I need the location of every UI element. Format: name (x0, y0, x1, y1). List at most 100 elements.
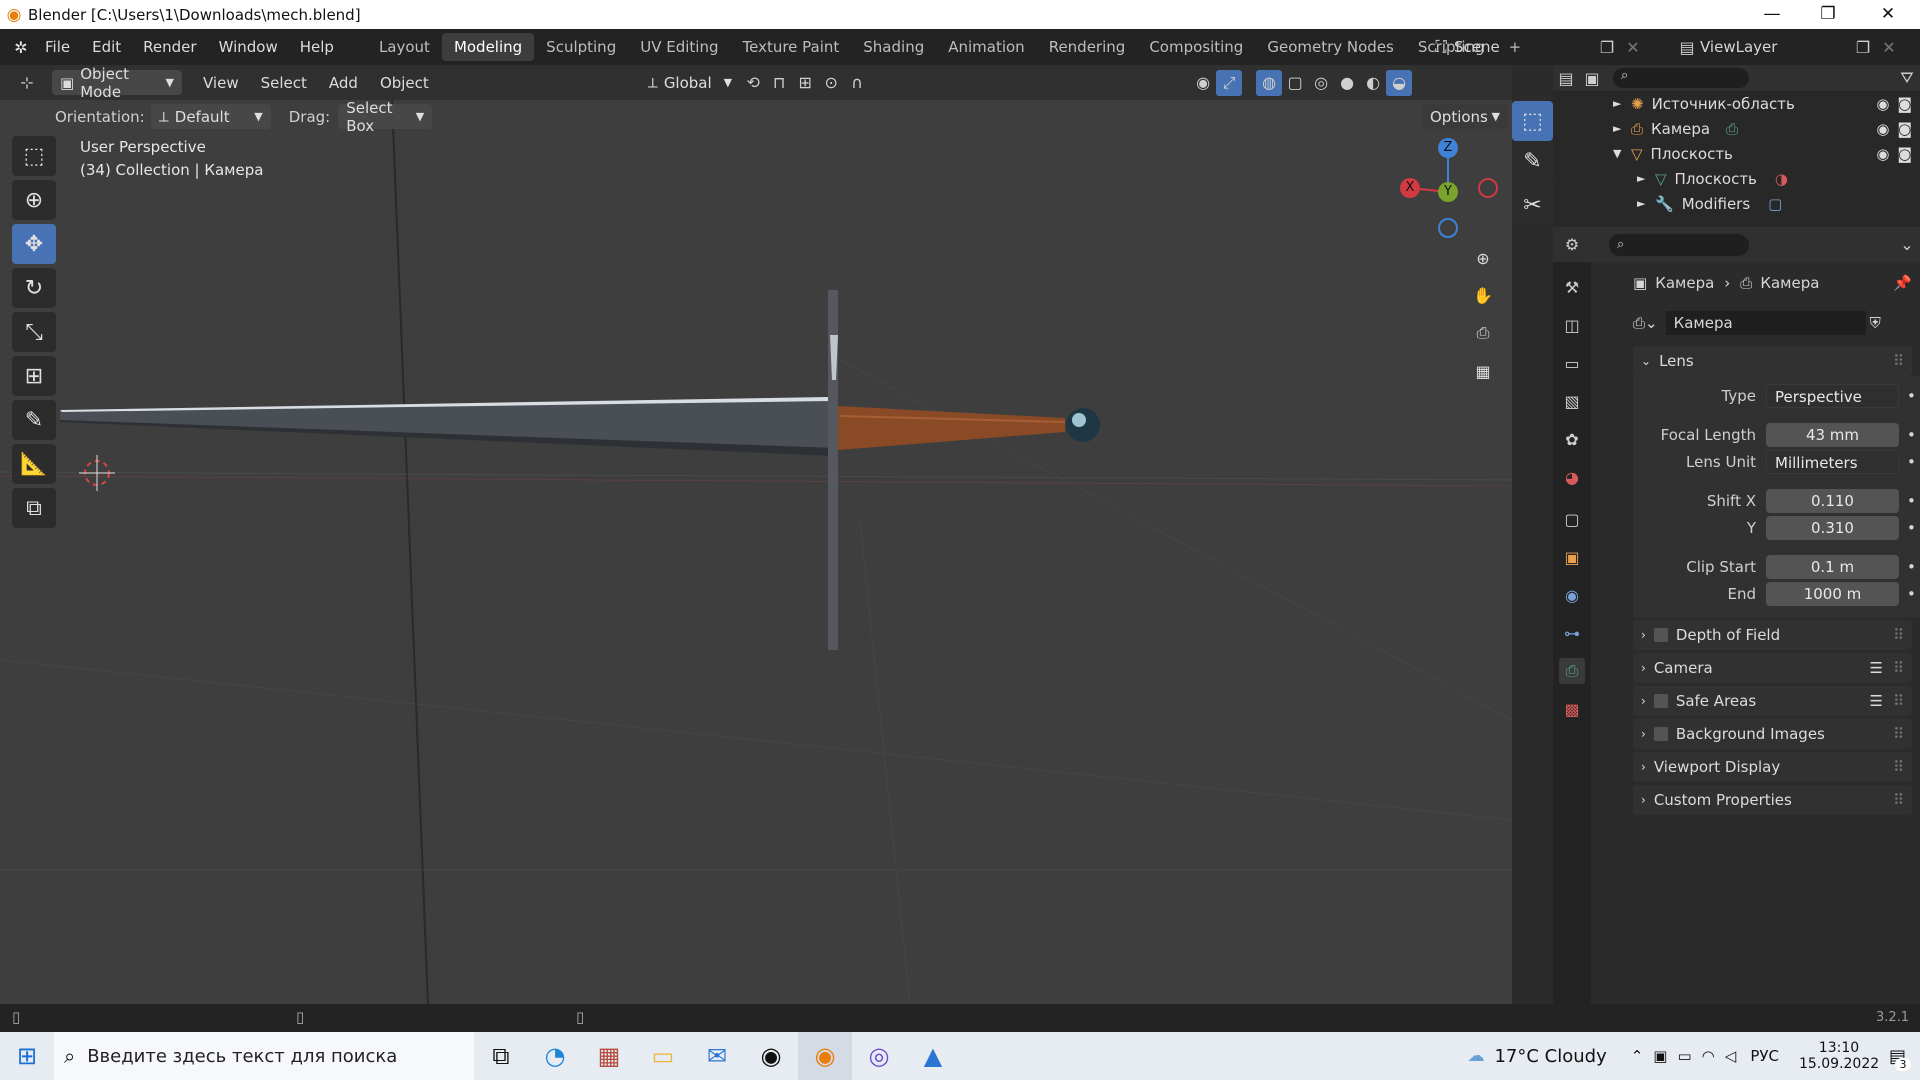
drag-handle-icon[interactable]: ⠿ (1893, 626, 1904, 644)
keyframe-dot-icon[interactable]: • (1907, 426, 1916, 444)
drag-handle-icon[interactable]: ⠿ (1893, 692, 1904, 710)
fake-user-shield-icon[interactable]: ⛨ (1870, 314, 1881, 332)
solid-shading-icon[interactable]: ● (1334, 70, 1360, 96)
keyframe-dot-icon[interactable]: • (1907, 558, 1916, 576)
blender-menu-icon[interactable]: ✲ (8, 34, 34, 60)
custom-properties-panel[interactable]: › Custom Properties ⠿ (1633, 785, 1912, 815)
keyframe-dot-icon[interactable]: • (1907, 492, 1916, 510)
render-icon[interactable]: ◙ (1897, 120, 1912, 138)
view-layer-icon[interactable]: ▣ (1579, 65, 1605, 91)
new-scene-icon[interactable]: ❐ (1594, 34, 1620, 60)
measure-tool[interactable]: 📐 (12, 444, 56, 484)
wireframe-shading-icon[interactable]: ◎ (1308, 70, 1334, 96)
drag-handle-icon[interactable]: ⠿ (1893, 725, 1904, 743)
app-icon[interactable]: ▦ (582, 1032, 636, 1080)
pivot-icon[interactable]: ⟲ (740, 70, 766, 96)
clip-end-field[interactable]: 1000 m (1766, 581, 1899, 606)
background-images-panel[interactable]: › Background Images ⠿ (1633, 719, 1912, 749)
lens-panel-header[interactable]: ⌄ Lens ⠿ (1633, 346, 1912, 376)
restore-icon[interactable]: ❐ (1800, 0, 1856, 29)
shift-x-field[interactable]: 0.110 (1766, 488, 1899, 513)
select-box-tool[interactable]: ⬚ (12, 136, 56, 176)
menu-object[interactable]: Object (369, 65, 440, 101)
menu-window[interactable]: Window (208, 29, 289, 65)
visibility-icon[interactable]: ◉ (1190, 70, 1216, 96)
tab-sculpting[interactable]: Sculpting (534, 33, 628, 61)
rotate-tool[interactable]: ↻ (12, 268, 56, 308)
select-gizmo-tool[interactable]: ⬚ (1512, 101, 1553, 141)
menu-render[interactable]: Render (132, 29, 207, 65)
mail-icon[interactable]: ✉ (690, 1032, 744, 1080)
weather-label[interactable]: 17°C Cloudy (1494, 1046, 1606, 1067)
annotate-gizmo-tool[interactable]: ✎ (1512, 141, 1553, 181)
file-explorer-icon[interactable]: ▭ (636, 1032, 690, 1080)
editor-type-icon[interactable]: ⊹ (14, 70, 40, 96)
camera-data-icon[interactable]: ⎙⌄ (1633, 314, 1658, 332)
gizmo-neg-z-axis[interactable] (1438, 218, 1458, 238)
world-tab-icon[interactable]: ◕ (1559, 464, 1585, 490)
object-tab-icon[interactable]: ▣ (1559, 544, 1585, 570)
transform-orientation-selector[interactable]: ⟂ Global ▼ (640, 70, 740, 95)
render-tab-icon[interactable]: ◫ (1559, 312, 1585, 338)
falloff-icon[interactable]: ∩ (844, 70, 870, 96)
chevron-down-icon[interactable]: ⌄ (1894, 232, 1920, 258)
display-mode-icon[interactable]: ▤ (1553, 65, 1579, 91)
outliner-item[interactable]: ► ⎙ Камера ⎙ ◉ ◙ (1553, 116, 1920, 141)
camera-data-tab-icon[interactable]: ⎙ (1559, 658, 1585, 684)
physics-tab-icon[interactable]: ◉ (1559, 582, 1585, 608)
drag-selector[interactable]: Select Box ▼ (338, 99, 433, 135)
render-icon[interactable]: ◙ (1897, 95, 1912, 113)
tab-geometry-nodes[interactable]: Geometry Nodes (1255, 33, 1406, 61)
viewlayer-selector[interactable]: ▤ ViewLayer ❐ ✕ (1674, 34, 1902, 60)
move-tool[interactable]: ✥ (12, 224, 56, 264)
outliner-item[interactable]: ▼ ▽ Плоскость ◉ ◙ (1553, 141, 1920, 166)
pin-icon[interactable]: 📌 (1893, 274, 1912, 292)
options-button[interactable]: Options ▼ (1422, 104, 1508, 129)
eye-icon[interactable]: ◉ (1876, 120, 1889, 138)
outliner-item[interactable]: ► ✺ Источник-область ◉ ◙ (1553, 91, 1920, 116)
proportional-edit-icon[interactable]: ⊙ (818, 70, 844, 96)
ortho-toggle-icon[interactable]: ▦ (1470, 358, 1496, 384)
add-cube-tool[interactable]: ⧉ (12, 488, 56, 528)
background-images-checkbox[interactable] (1653, 727, 1668, 741)
menu-edit[interactable]: Edit (81, 29, 132, 65)
keyframe-dot-icon[interactable]: • (1907, 387, 1916, 405)
safe-areas-panel[interactable]: › Safe Areas ☰ ⠿ (1633, 686, 1912, 716)
xray-icon[interactable]: ▢ (1282, 70, 1308, 96)
new-viewlayer-icon[interactable]: ❐ (1850, 34, 1876, 60)
menu-help[interactable]: Help (289, 29, 345, 65)
texture-tab-icon[interactable]: ▩ (1559, 696, 1585, 722)
gizmo-x-axis[interactable]: X (1400, 178, 1420, 198)
keyframe-dot-icon[interactable]: • (1907, 585, 1916, 603)
tab-animation[interactable]: Animation (936, 33, 1036, 61)
camera-panel[interactable]: › Camera ☰ ⠿ (1633, 653, 1912, 683)
presets-list-icon[interactable]: ☰ (1870, 692, 1883, 710)
gizmo-neg-x-axis[interactable] (1478, 178, 1498, 198)
snap-icon[interactable]: ⊓ (766, 70, 792, 96)
keyframe-dot-icon[interactable]: • (1907, 453, 1916, 471)
cursor-tool[interactable]: ⊕ (12, 180, 56, 220)
pan-hand-icon[interactable]: ✋ (1470, 282, 1496, 308)
tab-shading[interactable]: Shading (851, 33, 936, 61)
tab-compositing[interactable]: Compositing (1137, 33, 1255, 61)
tool-tab-icon[interactable]: ⚒ (1559, 274, 1585, 300)
depth-of-field-panel[interactable]: › Depth of Field ⠿ (1633, 620, 1912, 650)
tab-uv-editing[interactable]: UV Editing (628, 33, 730, 61)
keyframe-dot-icon[interactable]: • (1907, 519, 1916, 537)
scene-tab-icon[interactable]: ✿ (1559, 426, 1585, 452)
constraints-tab-icon[interactable]: ⊶ (1559, 620, 1585, 646)
tray-device-icon[interactable]: ▣ (1653, 1047, 1667, 1065)
eye-icon[interactable]: ◉ (1876, 95, 1889, 113)
shift-y-field[interactable]: 0.310 (1766, 515, 1899, 540)
focal-length-field[interactable]: 43 mm (1766, 422, 1899, 447)
scene-selector[interactable]: ⛶ Scene ❐ ✕ (1428, 34, 1646, 60)
asus-app-icon[interactable]: ◉ (744, 1032, 798, 1080)
drag-handle-icon[interactable]: ⠿ (1893, 659, 1904, 677)
presets-list-icon[interactable]: ☰ (1870, 659, 1883, 677)
menu-add[interactable]: Add (318, 65, 369, 101)
gizmo-toggle-icon[interactable]: ⤢ (1216, 69, 1243, 96)
mode-selector[interactable]: ▣ Object Mode ▼ (52, 65, 182, 101)
properties-search-input[interactable]: ⌕ (1609, 233, 1749, 256)
menu-file[interactable]: File (34, 29, 81, 65)
dof-checkbox[interactable] (1653, 628, 1668, 642)
